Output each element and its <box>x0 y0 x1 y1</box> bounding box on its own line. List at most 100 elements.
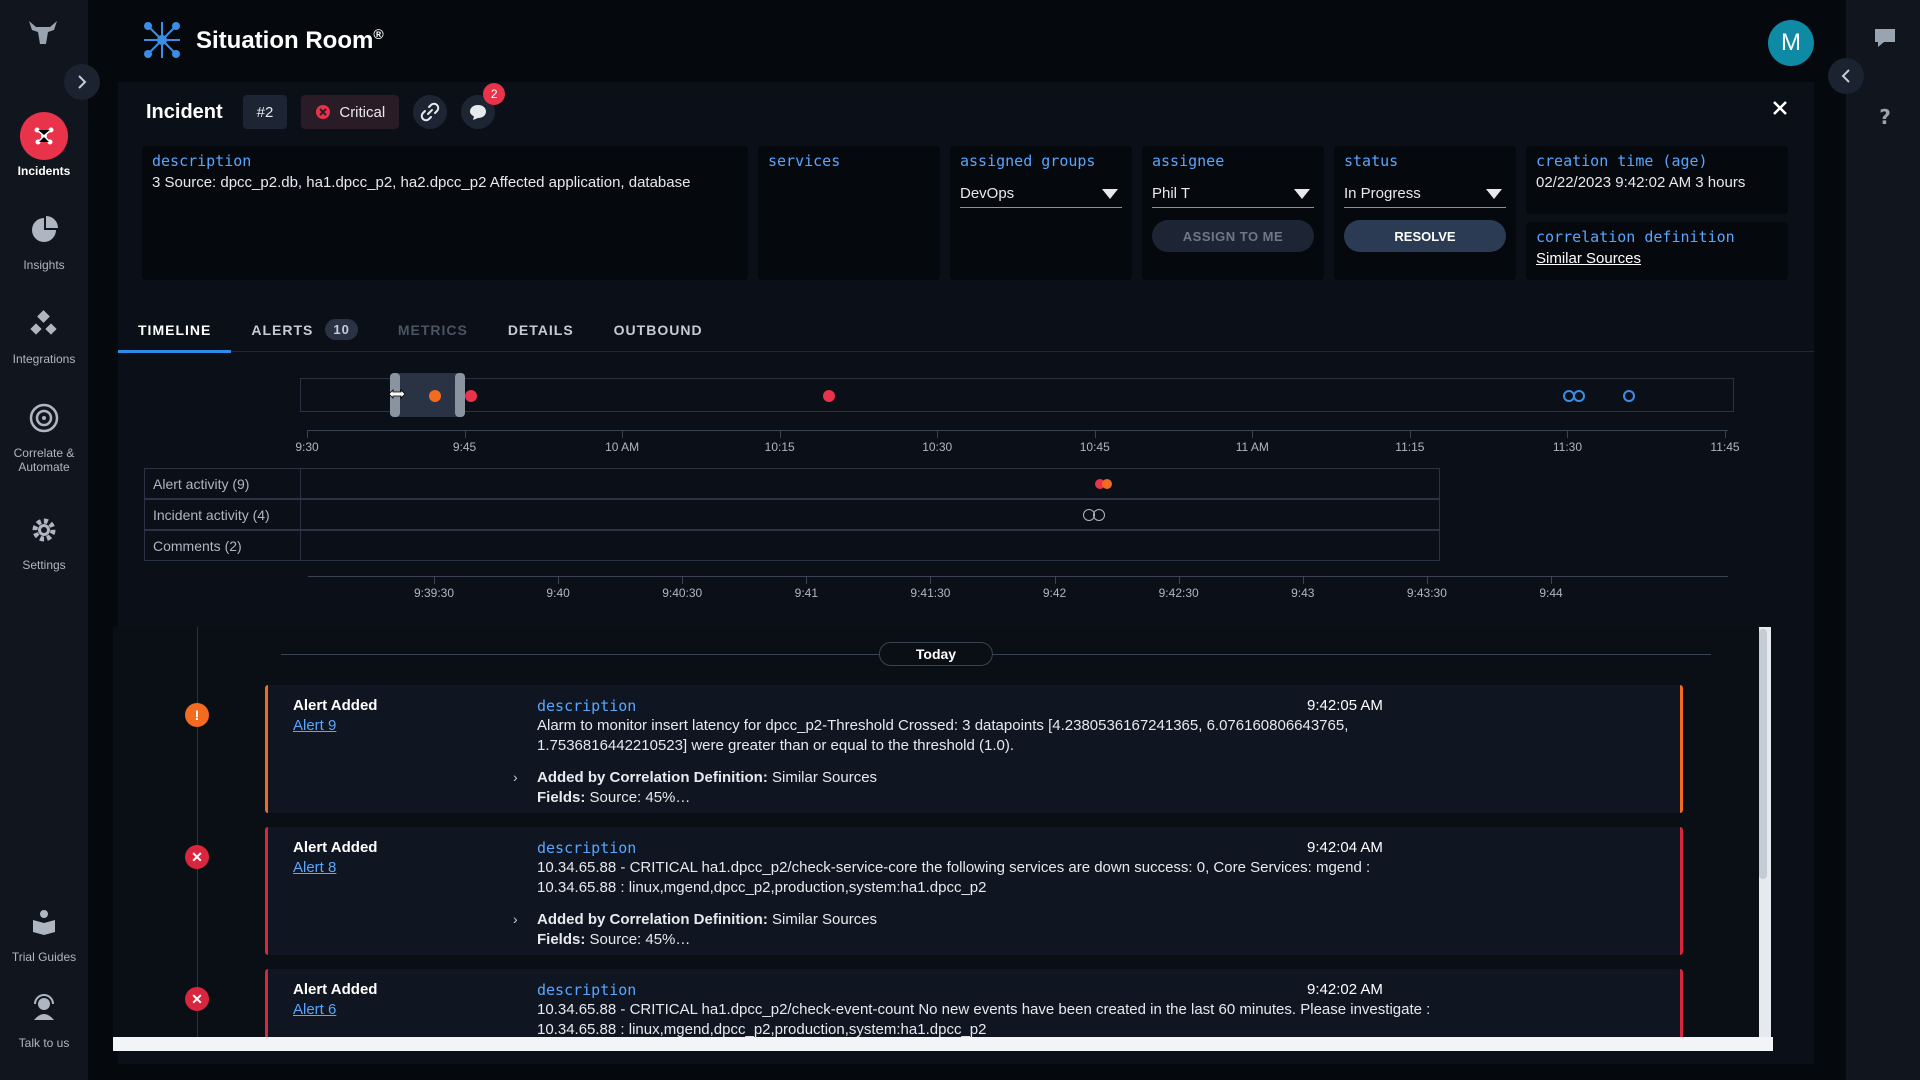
tab-alerts[interactable]: ALERTS 10 <box>251 308 358 352</box>
range-handle-right[interactable] <box>455 373 465 417</box>
field-label: correlation definition <box>1536 228 1735 246</box>
alert-marker[interactable] <box>823 390 835 402</box>
axis-tick-label: 9:42 <box>1042 586 1067 600</box>
axis-tick-mark <box>1409 430 1411 438</box>
axis-tick-mark <box>1178 576 1180 584</box>
field-label: description <box>152 152 252 170</box>
timeline-overview-track[interactable] <box>300 373 1734 417</box>
axis-tick-mark <box>1094 430 1096 438</box>
close-panel-button[interactable] <box>1772 100 1788 121</box>
incident-activity-marker[interactable] <box>1573 390 1585 402</box>
alert-marker[interactable] <box>1102 479 1112 489</box>
event-correlation: Added by Correlation Definition: Similar… <box>537 769 878 786</box>
alert-marker[interactable] <box>429 390 441 402</box>
incident-activity-marker[interactable] <box>1093 509 1105 521</box>
nav-item-settings[interactable]: Settings <box>0 506 88 572</box>
user-avatar[interactable]: M <box>1768 20 1814 66</box>
assignee-value: Phil T <box>1152 185 1191 202</box>
caret-down-icon <box>1102 188 1118 199</box>
nav-item-talk-to-us[interactable]: Talk to us <box>0 984 88 1050</box>
correlation-definition-field: correlation definition Similar Sources <box>1526 222 1788 280</box>
nav-item-correlate-automate[interactable]: Correlate & Automate <box>0 394 88 474</box>
assignee-select[interactable]: Phil T <box>1152 180 1314 208</box>
alerts-count-badge: 10 <box>325 319 358 340</box>
field-label: status <box>1344 152 1399 170</box>
nav-label: Talk to us <box>18 1036 70 1050</box>
tab-metrics[interactable]: METRICS <box>398 308 468 352</box>
axis-tick-label: 9:40 <box>546 586 570 600</box>
chat-icon[interactable] <box>1872 26 1898 50</box>
copy-link-button[interactable] <box>413 95 448 129</box>
event-card: Alert Added Alert 8 description 10.34.65… <box>265 827 1683 955</box>
event-fields: Fields: Source: 45%… <box>537 931 691 948</box>
alert-link[interactable]: Alert 6 <box>293 1001 336 1018</box>
services-field: services <box>758 146 940 280</box>
axis-tick-label: 10 AM <box>605 440 640 454</box>
tab-outbound[interactable]: OUTBOUND <box>614 308 703 352</box>
nav-item-incidents[interactable]: Incidents <box>0 112 88 178</box>
event-title: Alert Added <box>293 839 378 856</box>
timeline-events: Today ! Alert Added Alert 9 description … <box>113 627 1773 1051</box>
axis-tick-label: 11:15 <box>1395 440 1425 454</box>
axis-tick-label: 9:43:30 <box>1406 586 1447 600</box>
expand-chevron-icon[interactable]: › <box>513 769 518 785</box>
help-icon[interactable]: ? <box>1876 106 1894 128</box>
nav-item-integrations[interactable]: Integrations <box>0 300 88 366</box>
nav-label: Settings <box>22 558 66 572</box>
axis-tick-label: 10:45 <box>1079 440 1110 454</box>
axis-tick-label: 9:30 <box>295 440 319 454</box>
assigned-groups-select[interactable]: DevOps <box>960 180 1122 208</box>
collapse-panel-button[interactable] <box>1828 58 1864 94</box>
comment-count-badge: 2 <box>483 83 506 105</box>
incident-activity-marker[interactable] <box>1623 390 1635 402</box>
nav-item-trial-guides[interactable]: Trial Guides <box>0 898 88 964</box>
incident-panel: Incident #2 Critical 2 description 3 Sou… <box>113 82 1814 1064</box>
tab-details[interactable]: DETAILS <box>508 308 574 352</box>
alert-link[interactable]: Alert 8 <box>293 859 336 876</box>
expand-nav-button[interactable] <box>64 64 100 100</box>
assign-to-me-button[interactable]: ASSIGN TO ME <box>1152 220 1314 252</box>
events-scroll-track[interactable] <box>1759 627 1771 1051</box>
axis-tick-mark <box>434 576 435 584</box>
pie-chart-icon <box>20 206 68 254</box>
axis-tick-label: 9:39:30 <box>413 586 455 600</box>
axis-tick-label: 9:40:30 <box>662 586 703 600</box>
close-icon <box>1773 101 1787 115</box>
caret-down-icon <box>1294 188 1310 199</box>
severity-bar <box>1680 827 1683 955</box>
event-correlation: Added by Correlation Definition: Similar… <box>537 911 878 928</box>
lane-incident-activity: Incident activity (4) <box>144 499 1440 530</box>
status-value: In Progress <box>1344 185 1421 202</box>
field-label: creation time (age) <box>1536 152 1708 170</box>
expand-chevron-icon[interactable]: › <box>513 911 518 927</box>
event-description: 10.34.65.88 - CRITICAL ha1.dpcc_p2/check… <box>537 859 1371 896</box>
correlation-definition-link[interactable]: Similar Sources <box>1536 250 1641 267</box>
resolve-button[interactable]: RESOLVE <box>1344 220 1506 252</box>
event-fields: Fields: Source: 45%… <box>537 789 691 806</box>
app-title: Situation Room® <box>196 25 384 54</box>
incident-tabs: TIMELINE ALERTS 10 METRICS DETAILS OUTBOU… <box>117 308 1814 353</box>
axis-tick-label: 9:42:30 <box>1158 586 1199 600</box>
status-select[interactable]: In Progress <box>1344 180 1506 208</box>
tab-timeline[interactable]: TIMELINE <box>117 308 232 353</box>
severity-bar <box>265 685 268 813</box>
events-scrollbar-thumb[interactable] <box>1759 629 1767 879</box>
axis-tick-label: 11:30 <box>1552 440 1583 454</box>
severity-bar <box>265 827 268 955</box>
situation-room-logo-icon <box>144 22 180 58</box>
horizontal-scrollbar[interactable] <box>113 1037 1773 1051</box>
detail-axis-line <box>308 576 1728 577</box>
axis-tick-label: 9:44 <box>1539 586 1563 600</box>
axis-tick-mark <box>1725 430 1726 438</box>
axis-tick-mark <box>558 576 560 584</box>
comments-button[interactable]: 2 <box>461 83 506 129</box>
caret-down-icon <box>1486 188 1502 199</box>
description-value: 3 Source: dpcc_p2.db, ha1.dpcc_p2, ha2.d… <box>152 174 691 191</box>
nav-item-insights[interactable]: Insights <box>0 206 88 272</box>
alert-link[interactable]: Alert 9 <box>293 717 336 734</box>
chevron-right-icon <box>78 75 87 89</box>
axis-tick-mark <box>1252 430 1254 438</box>
critical-x-icon: ✕ <box>185 987 209 1011</box>
bull-logo-icon[interactable] <box>26 18 60 48</box>
alert-marker[interactable] <box>465 390 477 402</box>
